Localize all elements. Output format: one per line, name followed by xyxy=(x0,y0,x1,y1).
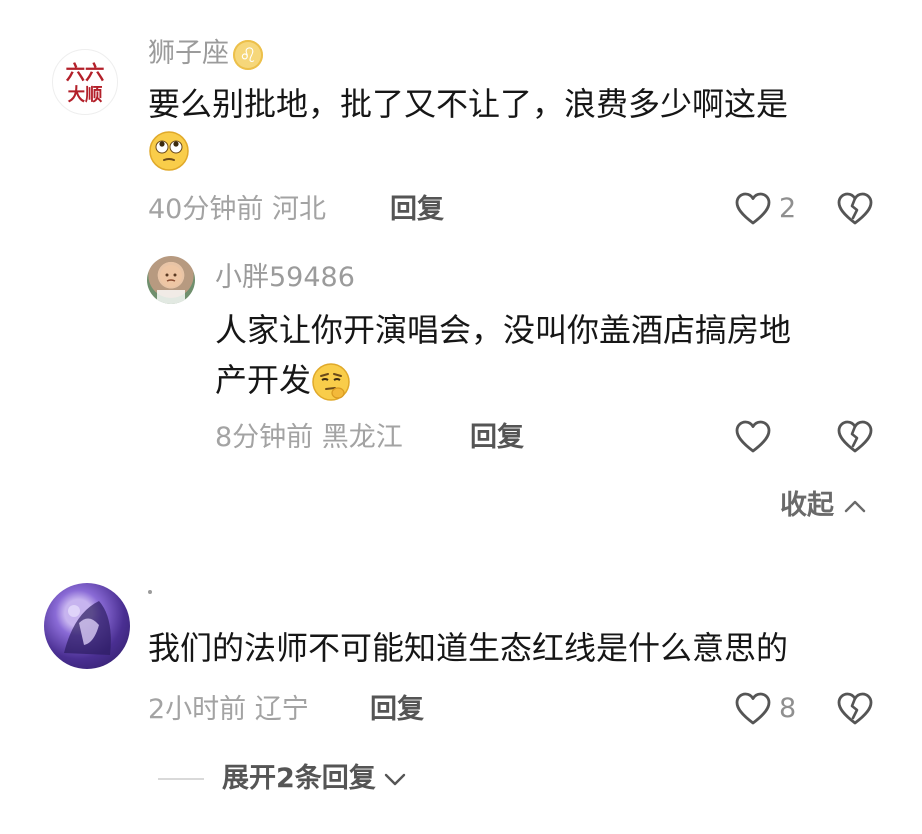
dislike-button[interactable] xyxy=(837,420,873,454)
like-count: 8 xyxy=(779,693,797,724)
heart-outline-icon xyxy=(735,692,771,725)
chevron-up-icon xyxy=(844,500,866,513)
svg-text:六六: 六六 xyxy=(66,61,105,84)
avatar[interactable]: 六六 大顺 xyxy=(52,49,118,115)
comment-username[interactable]: 狮子座 ♌ xyxy=(148,38,263,70)
heart-outline-icon xyxy=(735,420,771,453)
collapse-replies-button[interactable]: 收起 xyxy=(780,490,866,522)
avatar-calligraphy-image: 六六 大顺 xyxy=(66,61,105,105)
avatar-anime-image xyxy=(64,601,111,655)
reply-button[interactable]: 回复 xyxy=(470,422,524,454)
dislike-button[interactable] xyxy=(837,692,873,726)
comment-content: 要么别批地，批了又不让了，浪费多少啊这是 xyxy=(148,85,789,123)
reply-content-line: 人家让你开演唱会，没叫你盖酒店搞房地 xyxy=(215,311,792,349)
reply-button[interactable]: 回复 xyxy=(370,694,424,726)
like-count: 2 xyxy=(779,193,797,224)
avatar-baby-photo xyxy=(157,265,185,304)
divider-line xyxy=(158,778,204,780)
comment-content: 我们的法师不可能知道生态红线是什么意思的 xyxy=(148,629,789,667)
leo-zodiac-icon: ♌ xyxy=(233,39,263,70)
comment-meta: 2小时前 辽宁 xyxy=(148,694,309,726)
comment-time: 40分钟前 xyxy=(148,194,264,225)
thinking-face-emoji xyxy=(312,363,350,401)
reply-time: 8分钟前 xyxy=(215,422,314,453)
svg-text:大顺: 大顺 xyxy=(68,84,103,105)
broken-heart-icon xyxy=(837,420,873,453)
comment-location: 河北 xyxy=(271,194,326,225)
dislike-button[interactable] xyxy=(837,192,873,226)
avatar[interactable] xyxy=(147,256,195,304)
expand-replies-button[interactable]: 展开2条回复 xyxy=(158,763,406,795)
like-button[interactable]: 2 xyxy=(735,192,796,226)
comment-username[interactable] xyxy=(148,590,152,594)
comment-location: 辽宁 xyxy=(254,694,309,725)
heart-outline-icon xyxy=(735,192,771,225)
reply-location: 黑龙江 xyxy=(321,422,403,453)
like-button[interactable]: 8 xyxy=(735,692,796,726)
chevron-down-icon xyxy=(384,773,405,786)
comment-meta: 40分钟前 河北 xyxy=(148,194,326,226)
broken-heart-icon xyxy=(837,192,873,225)
like-button[interactable] xyxy=(735,420,779,454)
reply-meta: 8分钟前 黑龙江 xyxy=(215,422,403,454)
reply-content-line: 产开发 xyxy=(215,352,351,408)
comment-section: 六六 大顺 狮子座 ♌ 要么别批地，批了又不让了，浪费多少啊这是 40分钟前 河北… xyxy=(0,0,922,834)
comment-time: 2小时前 xyxy=(148,694,247,725)
broken-heart-icon xyxy=(837,692,873,725)
reply-username[interactable]: 小胖59486 xyxy=(215,262,355,294)
avatar[interactable] xyxy=(44,583,130,669)
rolling-eyes-emoji xyxy=(148,130,190,172)
reply-button[interactable]: 回复 xyxy=(390,194,444,226)
